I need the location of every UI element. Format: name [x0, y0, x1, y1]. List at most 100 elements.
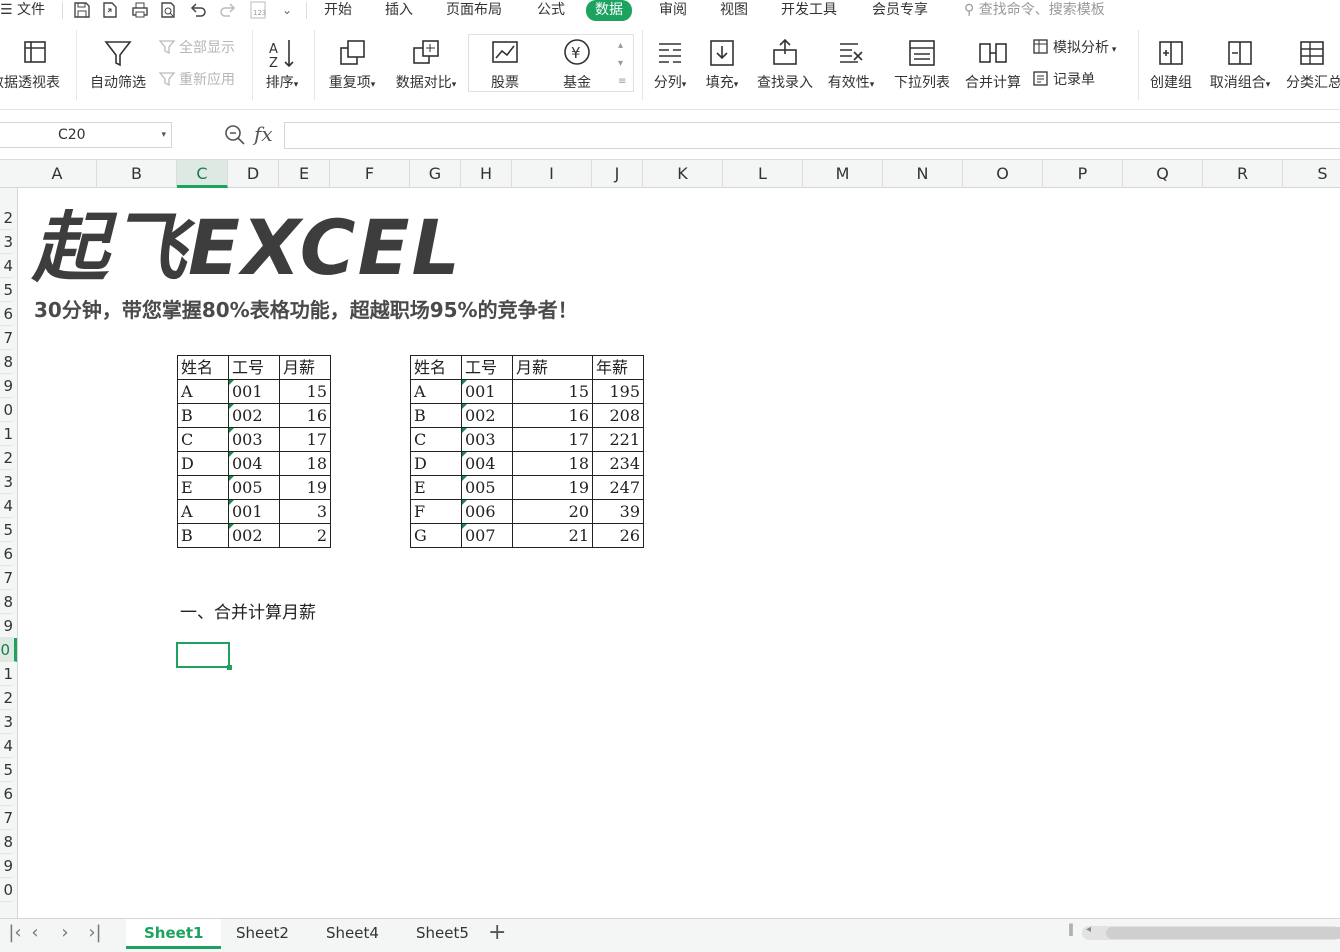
- row-header[interactable]: 3: [0, 470, 13, 494]
- table-cell[interactable]: 19: [512, 475, 593, 500]
- table-cell[interactable]: C: [177, 427, 229, 452]
- table-cell[interactable]: D: [410, 451, 462, 476]
- column-header-k[interactable]: K: [643, 160, 723, 188]
- sheet-tab-sheet1[interactable]: Sheet1: [126, 919, 222, 949]
- column-header-j[interactable]: J: [592, 160, 643, 188]
- sort-button[interactable]: AZ 排序▾: [258, 30, 306, 104]
- table-cell[interactable]: 007: [461, 523, 513, 548]
- table-cell[interactable]: 39: [592, 499, 644, 524]
- tab-page-layout[interactable]: 页面布局: [446, 0, 502, 20]
- table-cell[interactable]: 005: [461, 475, 513, 500]
- table-cell[interactable]: G: [410, 523, 462, 548]
- table-cell[interactable]: 208: [592, 403, 644, 428]
- table-cell[interactable]: 001: [228, 379, 280, 404]
- file-menu[interactable]: ☰ 文件: [0, 0, 45, 20]
- column-header-b[interactable]: B: [97, 160, 177, 188]
- table-cell[interactable]: 006: [461, 499, 513, 524]
- column-header-f[interactable]: F: [330, 160, 410, 188]
- table-cell[interactable]: F: [410, 499, 462, 524]
- show-all-button[interactable]: 全部显示: [158, 38, 235, 58]
- row-header[interactable]: 0: [0, 878, 13, 902]
- command-search[interactable]: ⚲ 查找命令、搜索模板: [964, 0, 1105, 20]
- tab-developer[interactable]: 开发工具: [781, 0, 837, 20]
- column-header-s[interactable]: S: [1283, 160, 1340, 188]
- export-icon[interactable]: [100, 0, 120, 20]
- split-column-button[interactable]: 分列▾: [646, 30, 694, 104]
- table-header-cell[interactable]: 年薪: [592, 355, 644, 380]
- row-header[interactable]: 3: [0, 710, 13, 734]
- compare-button[interactable]: 数据对比▾: [390, 30, 462, 104]
- row-header[interactable]: 4: [0, 734, 13, 758]
- row-header[interactable]: 1: [0, 422, 13, 446]
- row-header[interactable]: 9: [0, 854, 13, 878]
- save-icon[interactable]: [72, 0, 92, 20]
- table-cell[interactable]: B: [177, 403, 229, 428]
- tab-insert[interactable]: 插入: [385, 0, 413, 20]
- next-sheet-icon[interactable]: ›: [54, 922, 76, 943]
- pivot-table-button[interactable]: 数据透视表: [0, 30, 68, 104]
- row-header[interactable]: 3: [0, 230, 13, 254]
- print-preview-icon[interactable]: [158, 0, 178, 20]
- tab-member[interactable]: 会员专享: [872, 0, 928, 20]
- row-header[interactable]: 6: [0, 782, 13, 806]
- duplicates-button[interactable]: 重复项▾: [320, 30, 384, 104]
- print-icon[interactable]: [130, 0, 150, 20]
- table-cell[interactable]: 234: [592, 451, 644, 476]
- record-form-button[interactable]: 记录单: [1032, 70, 1095, 90]
- column-header-l[interactable]: L: [723, 160, 803, 188]
- row-header[interactable]: 9: [0, 614, 13, 638]
- fill-button[interactable]: 填充▾: [698, 30, 746, 104]
- gallery-more-icon[interactable]: ≡: [618, 72, 626, 92]
- last-sheet-icon[interactable]: ›|: [84, 922, 106, 943]
- worksheet-grid[interactable]: 起飞EXCEL 30分钟，带您掌握80%表格功能，超越职场95%的竞争者！ 姓名…: [18, 188, 1340, 918]
- table-cell[interactable]: 001: [228, 499, 280, 524]
- horizontal-scrollbar[interactable]: ◂: [1082, 924, 1340, 940]
- table-cell[interactable]: D: [177, 451, 229, 476]
- table-header-cell[interactable]: 姓名: [410, 355, 462, 380]
- table-cell[interactable]: 20: [512, 499, 593, 524]
- column-header-c[interactable]: C: [177, 160, 228, 188]
- active-cell-cursor[interactable]: [176, 642, 232, 670]
- tab-formulas[interactable]: 公式: [537, 0, 565, 20]
- table-cell[interactable]: 16: [512, 403, 593, 428]
- redo-icon[interactable]: [218, 0, 238, 20]
- table-cell[interactable]: 247: [592, 475, 644, 500]
- column-header-r[interactable]: R: [1203, 160, 1283, 188]
- table-cell[interactable]: 001: [461, 379, 513, 404]
- add-sheet-icon[interactable]: +: [488, 919, 506, 947]
- column-header-o[interactable]: O: [963, 160, 1043, 188]
- table-cell[interactable]: C: [410, 427, 462, 452]
- table-cell[interactable]: 17: [279, 427, 331, 452]
- column-header-h[interactable]: H: [461, 160, 512, 188]
- table-cell[interactable]: 26: [592, 523, 644, 548]
- table-header-cell[interactable]: 姓名: [177, 355, 229, 380]
- row-header[interactable]: 9: [0, 374, 13, 398]
- table-cell[interactable]: 2: [279, 523, 331, 548]
- table-cell[interactable]: A: [410, 379, 462, 404]
- tab-view[interactable]: 视图: [720, 0, 748, 20]
- table-cell[interactable]: 004: [461, 451, 513, 476]
- gallery-up-icon[interactable]: ▴: [618, 36, 623, 56]
- column-header-g[interactable]: G: [410, 160, 461, 188]
- function-icon[interactable]: fx: [254, 122, 273, 146]
- row-header[interactable]: 0: [0, 638, 17, 662]
- table-header-cell[interactable]: 月薪: [512, 355, 593, 380]
- table-cell[interactable]: 3: [279, 499, 331, 524]
- table-cell[interactable]: A: [177, 379, 229, 404]
- table-cell[interactable]: 004: [228, 451, 280, 476]
- table-cell[interactable]: 003: [228, 427, 280, 452]
- table-cell[interactable]: E: [410, 475, 462, 500]
- row-header[interactable]: 7: [0, 326, 13, 350]
- column-header-i[interactable]: I: [512, 160, 592, 188]
- dropdown-list-button[interactable]: 下拉列表: [890, 30, 954, 104]
- prev-sheet-icon[interactable]: ‹: [24, 922, 46, 943]
- undo-icon[interactable]: [188, 0, 208, 20]
- reapply-button[interactable]: 重新应用: [158, 70, 235, 90]
- row-header[interactable]: 5: [0, 518, 13, 542]
- sheet-tab-sheet5[interactable]: Sheet5: [398, 919, 487, 949]
- table-cell[interactable]: E: [177, 475, 229, 500]
- tab-home[interactable]: 开始: [324, 0, 352, 20]
- table-cell[interactable]: 19: [279, 475, 331, 500]
- scrollbar-thumb[interactable]: [1106, 927, 1340, 939]
- table-cell[interactable]: 002: [228, 523, 280, 548]
